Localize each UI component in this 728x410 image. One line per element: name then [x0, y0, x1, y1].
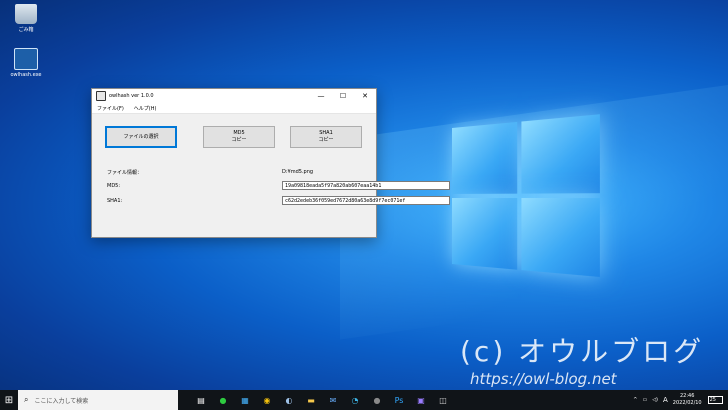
owlhash-taskbar-icon[interactable]: ◫	[432, 390, 454, 410]
tray-chevron-up-icon[interactable]: ^	[633, 397, 637, 403]
sha1-label: SHA1:	[107, 198, 123, 204]
steam-icon[interactable]: ◐	[278, 390, 300, 410]
desktop-icon-owlhash[interactable]: owlhash.exe	[8, 48, 44, 78]
select-file-button-label: ファイルの選択	[123, 133, 159, 140]
md5-copy-button[interactable]: MD5 コピー	[203, 126, 275, 148]
desktop-icon-label: owlhash.exe	[10, 72, 42, 78]
minimize-button[interactable]: —	[310, 89, 332, 103]
photoshop-icon[interactable]: Ps	[388, 390, 410, 410]
taskbar: ⊞ ⌕ ここに入力して検索 ▤ ● ▦ ◉ ◐ ▬ ✉ ◔ ● Ps ▣ ◫ ^…	[0, 390, 728, 410]
title-bar[interactable]: owlhash ver 1.0.0 — ☐ ✕	[92, 89, 376, 103]
file-info-value: D:¥md5.png	[282, 169, 314, 175]
search-box[interactable]: ⌕ ここに入力して検索	[18, 390, 178, 410]
desktop-icon-recycle-bin[interactable]: ごみ箱	[8, 4, 44, 33]
sha1-field[interactable]: c62d2edeb36f059ed7672d80a63e8d9f7ec071ef	[282, 196, 450, 205]
sha1-copy-button[interactable]: SHA1 コピー	[290, 126, 362, 148]
watermark: (c) オウルブログ https://owl-blog.net	[460, 330, 704, 388]
clock-date: 2022/02/10	[672, 400, 702, 406]
app-icon	[96, 91, 106, 101]
watermark-title: (c) オウルブログ	[460, 335, 705, 368]
md5-field[interactable]: 19a09818eada5f97a820ab607eaa14b1	[282, 181, 450, 190]
clock[interactable]: 22:46 2022/02/10	[673, 393, 702, 407]
notification-center-icon[interactable]: 25	[707, 396, 723, 404]
md5-copy-label-1: MD5	[233, 130, 245, 136]
select-file-button[interactable]: ファイルの選択	[105, 126, 177, 148]
close-button[interactable]: ✕	[354, 89, 376, 103]
taskbar-pinned-apps: ▤ ● ▦ ◉ ◐ ▬ ✉ ◔ ● Ps ▣ ◫	[190, 390, 454, 410]
ime-indicator[interactable]: A	[663, 396, 668, 404]
volume-icon[interactable]: ◁)	[652, 397, 658, 403]
desktop-icon-label: ごみ箱	[18, 27, 34, 33]
watermark-url: https://owl-blog.net	[470, 370, 617, 388]
menu-file[interactable]: ファイル(F)	[97, 105, 124, 112]
network-icon[interactable]: ▭	[642, 397, 647, 403]
maximize-button[interactable]: ☐	[332, 89, 354, 103]
md5-copy-label-2: コピー	[231, 137, 247, 143]
start-button[interactable]: ⊞	[0, 390, 18, 410]
windows-start-icon: ⊞	[4, 394, 14, 406]
owlhash-window: owlhash ver 1.0.0 — ☐ ✕ ファイル(F) ヘルプ(H) フ…	[91, 88, 450, 238]
chrome-icon[interactable]: ◉	[256, 390, 278, 410]
task-view-icon[interactable]: ▤	[190, 390, 212, 410]
notification-count: 25	[709, 397, 716, 403]
clock-time: 22:46	[680, 393, 695, 399]
app-purple-icon[interactable]: ▣	[410, 390, 432, 410]
md5-label: MD5:	[107, 183, 121, 189]
line-app-icon[interactable]: ●	[212, 390, 234, 410]
search-icon: ⌕	[24, 395, 29, 404]
sha1-copy-label-1: SHA1	[319, 130, 333, 136]
edge-icon[interactable]: ◔	[344, 390, 366, 410]
system-tray: ^ ▭ ◁) A 22:46 2022/02/10 25	[633, 390, 728, 410]
mail-icon[interactable]: ✉	[322, 390, 344, 410]
windows-logo	[452, 114, 602, 282]
app-icon	[14, 48, 38, 70]
file-info-label: ファイル情報：	[107, 170, 143, 176]
window-title: owlhash ver 1.0.0	[109, 93, 154, 99]
sha1-copy-label-2: コピー	[318, 137, 334, 143]
menu-help[interactable]: ヘルプ(H)	[134, 105, 157, 112]
recycle-bin-icon	[15, 4, 37, 24]
store-icon[interactable]: ▦	[234, 390, 256, 410]
menu-bar: ファイル(F) ヘルプ(H)	[92, 103, 376, 114]
file-explorer-icon[interactable]: ▬	[300, 390, 322, 410]
media-player-icon[interactable]: ●	[366, 390, 388, 410]
search-placeholder: ここに入力して検索	[34, 397, 89, 405]
